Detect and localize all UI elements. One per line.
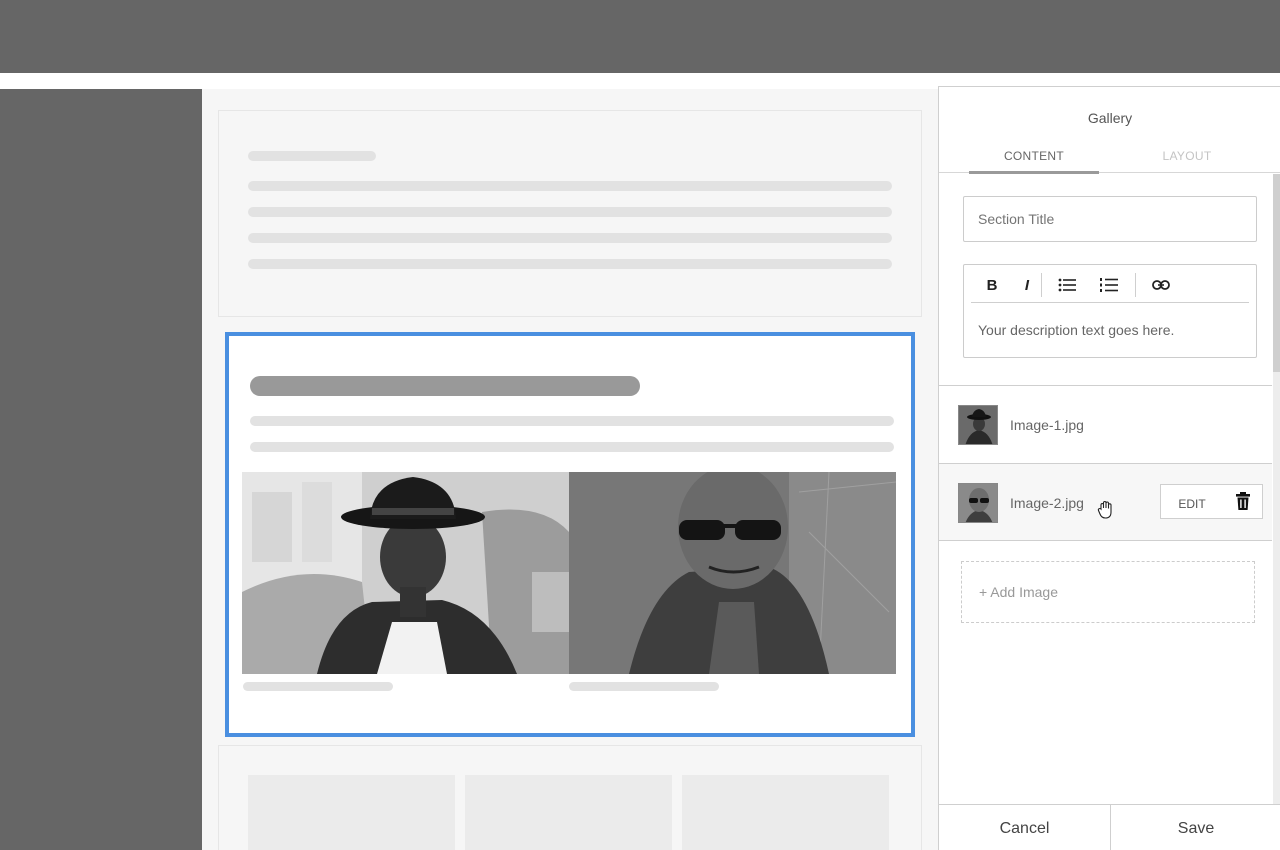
sunglasses-man-photo xyxy=(959,484,997,522)
italic-icon[interactable]: I xyxy=(1013,274,1041,296)
tab-layout[interactable]: LAYOUT xyxy=(1122,149,1252,173)
image-thumbnail xyxy=(958,483,998,523)
placeholder-tile xyxy=(465,775,672,850)
image-list-item[interactable]: Image-1.jpg xyxy=(939,385,1272,463)
gallery-caption-placeholder xyxy=(569,682,719,691)
gallery-caption-placeholder xyxy=(243,682,393,691)
image-filename: Image-1.jpg xyxy=(1010,417,1084,433)
hat-man-photo xyxy=(959,406,997,444)
gallery-title-placeholder xyxy=(250,376,640,396)
editor-toolbar: B I xyxy=(971,265,1249,303)
image-thumbnail xyxy=(958,405,998,445)
gallery-text-placeholder xyxy=(250,442,894,452)
gallery-text-placeholder xyxy=(250,416,894,426)
top-bar xyxy=(0,0,1280,73)
placeholder-heading xyxy=(248,151,376,161)
section-title-input[interactable] xyxy=(963,196,1257,242)
gallery-settings-panel: Gallery CONTENT LAYOUT B I xyxy=(938,86,1280,850)
panel-tabs: CONTENT LAYOUT xyxy=(939,149,1280,174)
toolbar-divider xyxy=(1135,273,1136,297)
placeholder-line xyxy=(248,181,892,191)
trash-icon[interactable] xyxy=(1233,491,1253,513)
image-actions: EDIT xyxy=(1160,484,1263,519)
bullet-list-icon[interactable] xyxy=(1053,274,1081,296)
tab-content[interactable]: CONTENT xyxy=(969,149,1099,174)
toolbar-divider xyxy=(1041,273,1042,297)
placeholder-line xyxy=(248,207,892,217)
panel-title: Gallery xyxy=(1087,110,1133,126)
placeholder-section-card[interactable] xyxy=(218,110,922,317)
grab-hand-cursor-icon xyxy=(1097,500,1112,519)
placeholder-tile xyxy=(682,775,889,850)
panel-footer: Cancel Save xyxy=(939,804,1280,850)
description-text[interactable]: Your description text goes here. xyxy=(978,322,1174,338)
hat-man-photo xyxy=(242,472,569,674)
placeholder-line xyxy=(248,233,892,243)
placeholder-tile xyxy=(248,775,455,850)
gallery-image-1[interactable] xyxy=(242,472,569,674)
placeholder-line xyxy=(248,259,892,269)
add-image-button[interactable]: + Add Image xyxy=(961,561,1255,623)
save-button[interactable]: Save xyxy=(1111,805,1280,850)
image-filename: Image-2.jpg xyxy=(1010,495,1084,511)
gallery-image-2[interactable] xyxy=(569,472,896,674)
cancel-button[interactable]: Cancel xyxy=(939,805,1111,850)
numbered-list-icon[interactable] xyxy=(1095,274,1123,296)
bold-icon[interactable]: B xyxy=(978,274,1006,296)
left-sidebar xyxy=(0,89,202,850)
link-icon[interactable] xyxy=(1147,274,1175,296)
panel-scrollbar-thumb[interactable] xyxy=(1273,174,1280,372)
placeholder-grid-card[interactable] xyxy=(218,745,922,850)
description-editor[interactable]: B I Your description text goes here. xyxy=(963,264,1257,358)
edit-button[interactable]: EDIT xyxy=(1161,485,1223,518)
selected-gallery-section[interactable] xyxy=(225,332,915,737)
sunglasses-man-photo xyxy=(569,472,896,674)
image-list-item[interactable]: Image-2.jpg EDIT xyxy=(939,463,1272,541)
